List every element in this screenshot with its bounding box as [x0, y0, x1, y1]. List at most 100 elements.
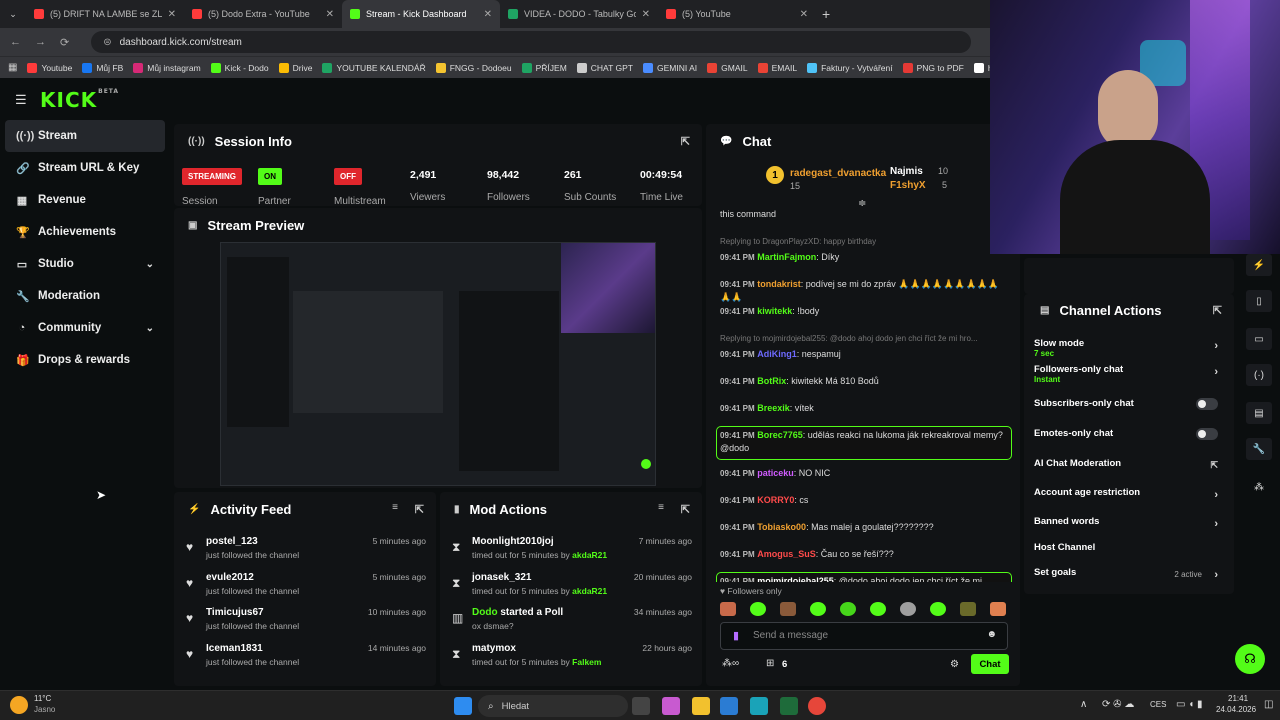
url-field[interactable]: ⊜ dashboard.kick.com/stream: [91, 31, 972, 53]
rail-chat-icon[interactable]: ▭: [1246, 328, 1272, 350]
tab-close-icon[interactable]: ✕: [326, 9, 334, 20]
channel-action-subscribers-only-chat[interactable]: Subscribers-only chat: [1034, 398, 1218, 410]
emote-icon[interactable]: [720, 602, 736, 616]
mic-icon[interactable]: ▮: [733, 629, 739, 642]
taskbar-search[interactable]: ⌕ Hledat: [478, 695, 628, 717]
bookmark-item[interactable]: PNG to PDF: [902, 62, 964, 73]
chevron-down-icon[interactable]: ⌄: [146, 259, 154, 270]
rail-note-icon[interactable]: ▯: [1246, 290, 1272, 312]
channel-action-slow-mode[interactable]: Slow mode 7 sec ›: [1034, 338, 1218, 358]
bookmark-item[interactable]: Můj instagram: [133, 62, 201, 73]
sidebar-item-revenue[interactable]: ▦ Revenue: [0, 184, 170, 216]
kick-logo[interactable]: KICKBETA: [40, 88, 119, 112]
edge-icon[interactable]: [750, 697, 768, 715]
chat-username[interactable]: Tobiasko00: [757, 522, 806, 532]
tab-search-icon[interactable]: ⌄: [0, 0, 26, 28]
users-icon[interactable]: ⁂∞: [722, 658, 739, 669]
mod-action-by[interactable]: Falkem: [572, 657, 601, 667]
emote-icon[interactable]: [900, 602, 916, 616]
activity-username[interactable]: Timicujus67: [206, 607, 264, 618]
chrome-icon[interactable]: [808, 697, 826, 715]
settings-icon[interactable]: ⚙: [950, 659, 959, 670]
chevron-right-icon[interactable]: ›: [1214, 340, 1218, 352]
mod-action-by[interactable]: akdaR21: [572, 586, 607, 596]
tray-icons[interactable]: ⟳ ✇ ☁: [1102, 699, 1134, 710]
new-tab-button[interactable]: +: [822, 6, 830, 22]
chat-username[interactable]: Amogus_SuS: [757, 549, 816, 559]
browser-tab[interactable]: (5) DRIFT NA LAMBE se ZLÝ NAB ✕: [26, 0, 184, 28]
sidebar-item-stream-url-key[interactable]: 🔗 Stream URL & Key: [0, 152, 170, 184]
start-icon[interactable]: [454, 697, 472, 715]
emote-icon[interactable]: [780, 602, 796, 616]
language-indicator[interactable]: CES: [1150, 700, 1166, 709]
tray-chevron-icon[interactable]: ∧: [1080, 699, 1087, 710]
send-chat-button[interactable]: Chat: [971, 654, 1009, 674]
emoji-icon[interactable]: ☻: [986, 629, 997, 640]
chat-username[interactable]: Breexik: [757, 403, 790, 413]
browser-tab[interactable]: (5) Dodo Extra - YouTube ✕: [184, 0, 342, 28]
chat-username[interactable]: BotRix: [757, 376, 786, 386]
mod-action-by[interactable]: akdaR21: [572, 550, 607, 560]
popout-icon[interactable]: ⇱: [415, 503, 424, 516]
chat-username[interactable]: Borec7765: [757, 430, 803, 440]
tab-close-icon[interactable]: ✕: [642, 9, 650, 20]
chat-username[interactable]: mojmirdojebal255: [757, 576, 834, 582]
chat-username[interactable]: tondakrist: [757, 279, 801, 289]
channel-action-emotes-only-chat[interactable]: Emotes-only chat: [1034, 428, 1218, 440]
tab-close-icon[interactable]: ✕: [800, 9, 808, 20]
sidebar-item-drops-rewards[interactable]: 🎁 Drops & rewards: [0, 344, 170, 376]
site-info-icon[interactable]: ⊜: [103, 37, 111, 48]
task-view-icon[interactable]: [632, 697, 650, 715]
mod-action-username[interactable]: jonasek_321: [472, 572, 532, 583]
external-link-icon[interactable]: ⇱: [1210, 460, 1218, 471]
popout-icon[interactable]: ⇱: [681, 135, 690, 148]
chevron-right-icon[interactable]: ›: [1214, 366, 1218, 378]
bookmark-item[interactable]: Faktury - Vytváření: [807, 62, 893, 73]
bookmark-item[interactable]: GMAIL: [707, 62, 748, 73]
app-icon[interactable]: [780, 697, 798, 715]
channel-action-banned-words[interactable]: Banned words ›: [1034, 516, 1218, 530]
notification-icon[interactable]: ◫: [1264, 699, 1273, 710]
chat-username[interactable]: AdiKing1: [757, 349, 797, 359]
reload-icon[interactable]: ⟳: [60, 36, 69, 49]
bookmark-item[interactable]: YOUTUBE KALENDÁŘ: [322, 62, 426, 73]
filter-icon[interactable]: ≡: [392, 502, 398, 513]
gift-icon[interactable]: ⊞: [766, 658, 774, 669]
clock-time[interactable]: 21:41: [1228, 694, 1248, 703]
sidebar-item-stream[interactable]: ((·)) Stream: [5, 120, 165, 152]
bookmark-item[interactable]: Kick - Dodo: [210, 62, 269, 73]
emote-icon[interactable]: [960, 602, 976, 616]
chevron-right-icon[interactable]: ›: [1214, 518, 1218, 530]
browser-tab[interactable]: VIDEA - DODO - Tabulky Googl ✕: [500, 0, 658, 28]
chat-username[interactable]: kiwitekk: [757, 306, 792, 316]
bookmark-item[interactable]: CHAT GPT: [576, 62, 633, 73]
chat-input[interactable]: ▮ Send a message ☻: [720, 622, 1008, 650]
popout-icon[interactable]: ⇱: [681, 503, 690, 516]
emote-icon[interactable]: [930, 602, 946, 616]
system-tray-icons[interactable]: ▭ ◖ ▮: [1176, 699, 1203, 710]
menu-icon[interactable]: ☰: [15, 92, 27, 108]
rail-broadcast-icon[interactable]: (·): [1246, 364, 1272, 386]
rail-bolt-icon[interactable]: ⚡: [1246, 254, 1272, 276]
popout-icon[interactable]: ⇱: [1213, 304, 1222, 317]
activity-username[interactable]: evule2012: [206, 572, 254, 583]
explorer-icon[interactable]: [692, 697, 710, 715]
top-gifter-name[interactable]: radegast_dvanactka: [790, 168, 886, 179]
apps-icon[interactable]: ▦: [8, 62, 17, 73]
channel-action-account-age-restriction[interactable]: Account age restriction ›: [1034, 487, 1218, 501]
chevron-right-icon[interactable]: ›: [1214, 569, 1218, 581]
gifter-2-name[interactable]: Najmis: [890, 166, 923, 177]
emote-icon[interactable]: [810, 602, 826, 616]
mod-action-username[interactable]: Moonlight2010joj: [472, 536, 554, 547]
activity-username[interactable]: postel_123: [206, 536, 258, 547]
channel-action-ai-chat-moderation[interactable]: AI Chat Moderation ⇱: [1034, 458, 1218, 471]
back-icon[interactable]: ←: [10, 36, 21, 48]
channel-action-set-goals[interactable]: Set goals › 2 active: [1034, 567, 1218, 581]
clock-date[interactable]: 24.04.2026: [1216, 705, 1256, 714]
emote-icon[interactable]: [870, 602, 886, 616]
emote-icon[interactable]: [840, 602, 856, 616]
gifter-3-name[interactable]: F1shyX: [890, 180, 926, 191]
activity-username[interactable]: Iceman1831: [206, 643, 263, 654]
chevron-down-icon[interactable]: ⌄: [146, 323, 154, 334]
rail-wrench-icon[interactable]: 🔧: [1246, 438, 1272, 460]
